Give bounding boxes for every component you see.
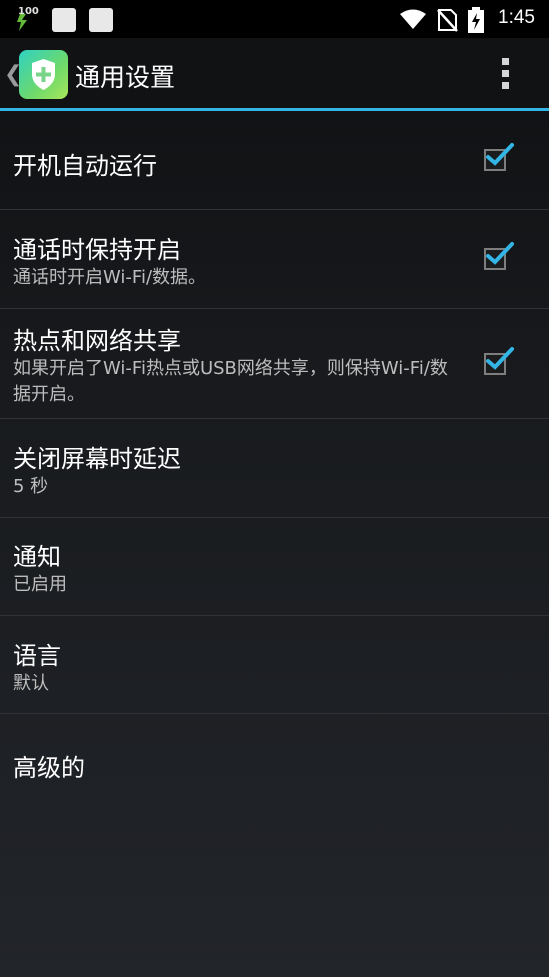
setting-advanced[interactable]: 高级的 <box>0 714 549 812</box>
check-icon <box>486 143 514 166</box>
setting-title: 关闭屏幕时延迟 <box>13 445 181 473</box>
wifi-icon <box>399 8 427 34</box>
auto-start-checkbox[interactable] <box>484 143 514 173</box>
clock-time: 1:45 <box>498 7 535 28</box>
setting-auto-start[interactable]: 开机自动运行 <box>0 111 549 209</box>
setting-title: 高级的 <box>13 754 85 782</box>
page-title: 通用设置 <box>75 63 176 92</box>
setting-summary: 已启用 <box>13 574 67 595</box>
setting-notifications[interactable]: 通知 已启用 <box>0 518 549 615</box>
app-icon[interactable] <box>19 50 68 99</box>
hotspot-tethering-checkbox[interactable] <box>484 347 514 377</box>
keep-on-call-checkbox[interactable] <box>484 242 514 272</box>
setting-language[interactable]: 语言 默认 <box>0 616 549 713</box>
check-icon <box>486 242 514 265</box>
battery-icon <box>468 7 484 37</box>
setting-keep-on-call[interactable]: 通话时保持开启 通话时开启Wi-Fi/数据。 <box>0 210 549 308</box>
check-icon <box>486 347 514 370</box>
notification-icon <box>52 8 76 32</box>
action-bar: ❮ 通用设置 <box>0 38 549 108</box>
setting-title: 热点和网络共享 <box>13 327 181 355</box>
battery-percent-text: 100 <box>18 6 39 17</box>
status-bar: 100 1:45 <box>0 0 549 38</box>
battery-charging-icon: 100 <box>12 6 39 32</box>
shield-icon <box>32 59 55 90</box>
notification-icon <box>89 8 113 32</box>
setting-summary: 5 秒 <box>13 476 49 497</box>
setting-summary: 通话时开启Wi-Fi/数据。 <box>13 267 207 288</box>
overflow-menu-icon[interactable] <box>496 58 516 92</box>
setting-title: 通知 <box>13 543 61 571</box>
setting-hotspot-tethering[interactable]: 热点和网络共享 如果开启了Wi-Fi热点或USB网络共享，则保持Wi-Fi/数据… <box>0 309 549 418</box>
setting-title: 语言 <box>13 642 61 670</box>
setting-title: 通话时保持开启 <box>13 236 181 264</box>
setting-title: 开机自动运行 <box>13 152 157 180</box>
no-sim-icon <box>436 8 458 36</box>
setting-screen-off-delay[interactable]: 关闭屏幕时延迟 5 秒 <box>0 419 549 517</box>
setting-summary: 默认 <box>13 673 49 694</box>
setting-summary: 如果开启了Wi-Fi热点或USB网络共享，则保持Wi-Fi/数据开启。 <box>13 358 448 405</box>
